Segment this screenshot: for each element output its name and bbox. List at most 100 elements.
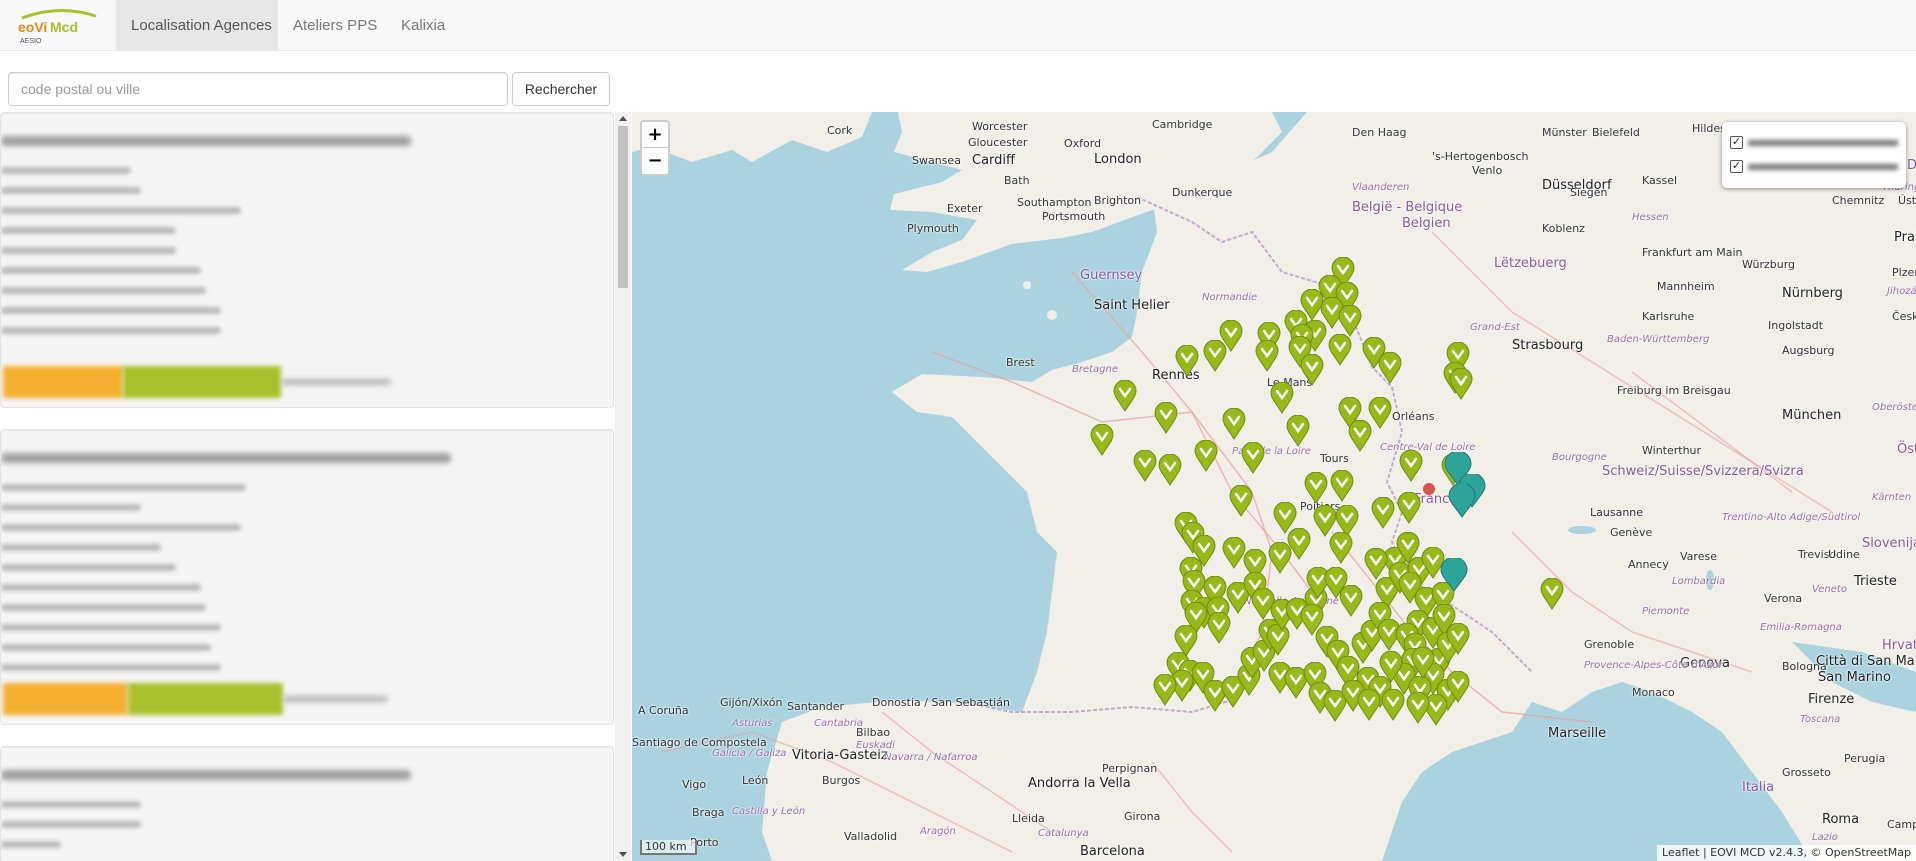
- agency-card[interactable]: [0, 429, 614, 725]
- agency-marker-icon[interactable]: [1113, 380, 1137, 412]
- scroll-thumb[interactable]: [618, 126, 628, 288]
- agency-marker-icon[interactable]: [1300, 354, 1324, 386]
- map-label: België - Belgique: [1352, 200, 1463, 215]
- agency-cluster-marker-icon[interactable]: [1440, 558, 1468, 592]
- map-label: A Coruña: [638, 704, 689, 717]
- agency-card[interactable]: [0, 746, 614, 861]
- map-label: Andorra la Vella: [1028, 776, 1131, 791]
- map-label: Valladolid: [844, 830, 898, 843]
- agency-marker-icon[interactable]: [1364, 548, 1388, 580]
- nav-kalixia[interactable]: Kalixia: [386, 0, 460, 51]
- agency-marker-icon[interactable]: [1540, 578, 1564, 610]
- results-scrollbar[interactable]: [615, 112, 631, 861]
- agency-marker-icon[interactable]: [1241, 442, 1265, 474]
- selected-marker-icon[interactable]: [1422, 482, 1436, 498]
- scale-bar: 100 km: [640, 840, 697, 855]
- agency-marker-icon[interactable]: [1133, 450, 1157, 482]
- results-list[interactable]: [0, 112, 631, 861]
- nav-localisation-agences[interactable]: Localisation Agences: [116, 0, 278, 51]
- map-label: Genève: [1610, 526, 1653, 539]
- agency-marker-icon[interactable]: [1203, 340, 1227, 372]
- zoom-in-button[interactable]: +: [642, 122, 668, 148]
- agency-marker-icon[interactable]: [1194, 440, 1218, 472]
- agency-marker-icon[interactable]: [1381, 689, 1405, 721]
- agency-marker-icon[interactable]: [1357, 689, 1381, 721]
- agency-hours: [1, 247, 176, 254]
- search-input[interactable]: [8, 72, 508, 106]
- agency-link[interactable]: [283, 696, 388, 702]
- agency-hours: [1, 841, 61, 848]
- agency-card[interactable]: [0, 112, 614, 408]
- map-label: Chemnitz: [1832, 194, 1885, 207]
- agency-marker-icon[interactable]: [1330, 470, 1354, 502]
- agency-marker-icon[interactable]: [1251, 588, 1275, 620]
- agency-hours: [1, 227, 176, 234]
- agency-marker-icon[interactable]: [1207, 612, 1231, 644]
- agency-cluster-marker-icon[interactable]: [1448, 484, 1476, 518]
- map-label: Siegen: [1570, 186, 1608, 199]
- map-label: Navarra / Nafarroa: [884, 752, 978, 763]
- agency-hours: [1, 544, 161, 551]
- agency-marker-icon[interactable]: [1329, 532, 1353, 564]
- zoom-out-button[interactable]: −: [642, 148, 668, 174]
- scroll-down-arrow-icon[interactable]: [619, 852, 627, 857]
- map-label: Normandie: [1202, 292, 1258, 303]
- agency-marker-icon[interactable]: [1406, 692, 1430, 724]
- scroll-up-arrow-icon[interactable]: [619, 116, 627, 121]
- map-label: Girona: [1124, 810, 1161, 823]
- agency-marker-icon[interactable]: [1328, 334, 1352, 366]
- map-label: London: [1094, 152, 1142, 167]
- agency-marker-icon[interactable]: [1378, 352, 1402, 384]
- agency-marker-icon[interactable]: [1153, 674, 1177, 706]
- agency-marker-icon[interactable]: [1268, 542, 1292, 574]
- agency-marker-icon[interactable]: [1371, 497, 1395, 529]
- map-label: Bielefeld: [1592, 126, 1640, 139]
- agency-marker-icon[interactable]: [1446, 623, 1470, 655]
- agency-marker-icon[interactable]: [1446, 671, 1470, 703]
- map-label: Winterthur: [1642, 444, 1702, 457]
- map-label: Braga: [692, 806, 725, 819]
- agency-marker-icon[interactable]: [1449, 368, 1473, 400]
- agency-marker-icon[interactable]: [1229, 485, 1253, 517]
- agency-marker-icon[interactable]: [1339, 585, 1363, 617]
- map-label: Bretagne: [1072, 364, 1119, 375]
- agency-marker-icon[interactable]: [1154, 402, 1178, 434]
- directions-button[interactable]: [128, 683, 283, 715]
- agency-marker-icon[interactable]: [1411, 647, 1435, 679]
- agency-marker-icon[interactable]: [1090, 424, 1114, 456]
- map-label: Dunkerque: [1172, 186, 1233, 199]
- agency-marker-icon[interactable]: [1175, 345, 1199, 377]
- map-label: Vigo: [682, 778, 707, 791]
- agency-hours: [1, 624, 221, 631]
- appointment-button[interactable]: [3, 366, 123, 398]
- agency-marker-icon[interactable]: [1286, 415, 1310, 447]
- agency-marker-icon[interactable]: [1348, 420, 1372, 452]
- map-label: 's-Hertogenbosch: [1432, 150, 1529, 163]
- agency-hours: [1, 207, 241, 214]
- map-label: Donostia / San Sebastián: [872, 696, 1010, 709]
- agency-link[interactable]: [281, 379, 391, 385]
- agency-marker-icon[interactable]: [1158, 454, 1182, 486]
- map-label: Veneto: [1812, 584, 1847, 595]
- agency-city: [1, 504, 141, 511]
- agency-marker-icon[interactable]: [1379, 651, 1403, 683]
- agency-city: [1, 187, 141, 194]
- agency-marker-icon[interactable]: [1270, 382, 1294, 414]
- layer-checkbox[interactable]: ✓: [1730, 136, 1743, 149]
- search-button[interactable]: Rechercher: [512, 72, 610, 106]
- agency-marker-icon[interactable]: [1397, 492, 1421, 524]
- brand-logo[interactable]: eoVi Mcd AESIO: [14, 6, 100, 46]
- map-label: Grand-Est: [1470, 322, 1520, 333]
- layer-checkbox[interactable]: ✓: [1730, 160, 1743, 173]
- map-label: Baden-Württemberg: [1607, 334, 1710, 345]
- directions-button[interactable]: [123, 366, 281, 398]
- agency-marker-icon[interactable]: [1304, 472, 1328, 504]
- appointment-button[interactable]: [3, 683, 128, 715]
- nav-ateliers-pps[interactable]: Ateliers PPS: [278, 0, 392, 51]
- map[interactable]: Cork Worcester Gloucester Cambridge Oxfo…: [632, 112, 1916, 861]
- agency-marker-icon[interactable]: [1399, 450, 1423, 482]
- agency-marker-icon[interactable]: [1255, 340, 1279, 372]
- agency-address: [1, 484, 246, 491]
- agency-marker-icon[interactable]: [1222, 408, 1246, 440]
- agency-marker-icon[interactable]: [1338, 305, 1362, 337]
